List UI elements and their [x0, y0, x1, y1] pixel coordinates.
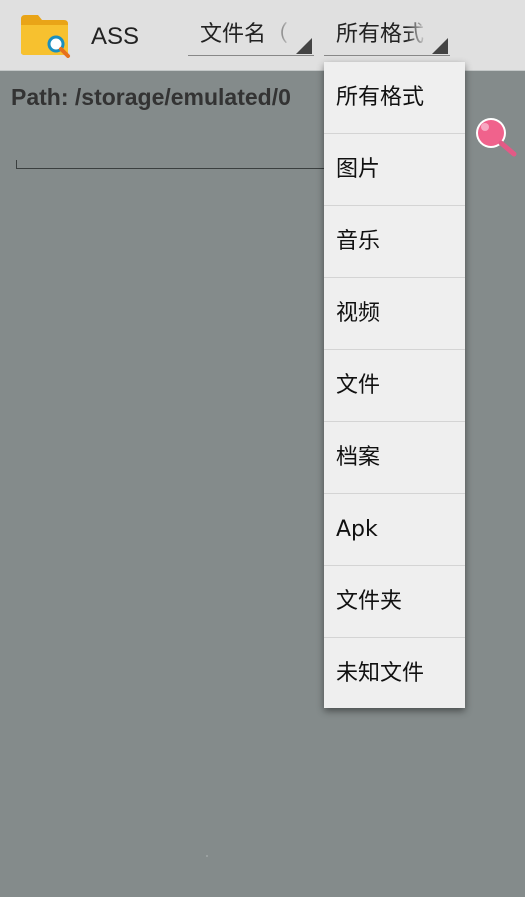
dropdown-item-label: 视频: [336, 301, 381, 326]
dropdown-item-label: 图片: [336, 157, 381, 182]
search-icon[interactable]: [470, 112, 520, 162]
dropdown-item-label: 所有格式: [336, 85, 425, 110]
dropdown-item-images[interactable]: 图片: [324, 134, 465, 206]
dropdown-item-music[interactable]: 音乐: [324, 206, 465, 278]
spinner-arrow-icon: [296, 38, 312, 54]
dropdown-item-label: 音乐: [336, 229, 381, 254]
dropdown-item-label: 未知文件: [336, 661, 425, 686]
decorative-dot: [206, 855, 208, 857]
dropdown-item-archives[interactable]: 档案: [324, 422, 465, 494]
dropdown-item-all-formats[interactable]: 所有格式: [324, 62, 465, 134]
current-path: Path: /storage/emulated/0: [11, 84, 291, 110]
sort-name-spinner[interactable]: 文件名（: [188, 18, 314, 56]
dropdown-item-label: 文件: [336, 373, 381, 398]
dropdown-item-apk[interactable]: Apk: [324, 494, 465, 566]
folder-search-icon[interactable]: [20, 12, 72, 58]
app-bar: ASS 文件名（ 所有格式: [0, 0, 525, 71]
dropdown-item-documents[interactable]: 文件: [324, 350, 465, 422]
spinner-arrow-icon: [432, 38, 448, 54]
format-filter-spinner[interactable]: 所有格式: [324, 18, 450, 56]
dropdown-item-label: 档案: [336, 445, 381, 470]
dropdown-item-folders[interactable]: 文件夹: [324, 566, 465, 638]
dropdown-item-unknown-files[interactable]: 未知文件: [324, 638, 465, 710]
dropdown-item-label: 文件夹: [336, 589, 403, 614]
format-dropdown-menu: 所有格式 图片 音乐 视频 文件 档案 Apk 文件夹 未知文件: [324, 62, 465, 708]
dropdown-item-label: Apk: [336, 517, 378, 542]
app-title: ASS: [91, 23, 140, 50]
dropdown-item-video[interactable]: 视频: [324, 278, 465, 350]
